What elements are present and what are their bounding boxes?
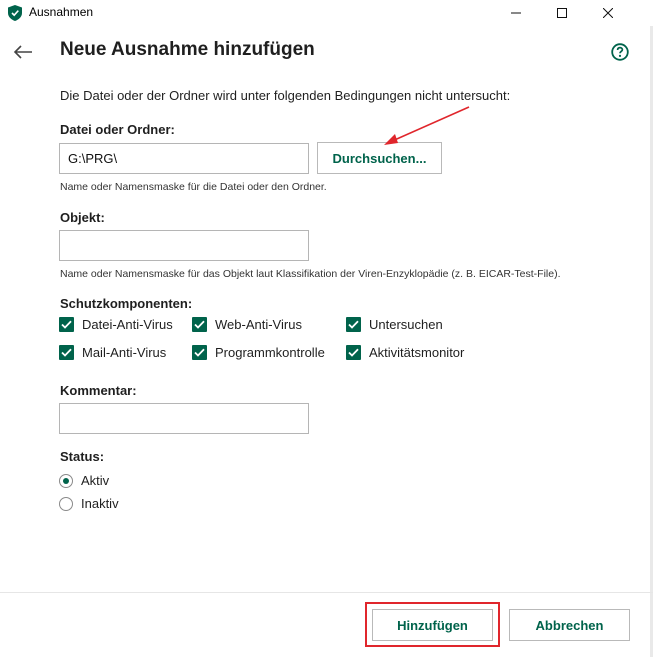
checkbox-checked-icon — [192, 317, 207, 332]
comment-label: Kommentar: — [60, 383, 137, 398]
checkbox-checked-icon — [59, 345, 74, 360]
minimize-icon — [511, 12, 521, 14]
kaspersky-shield-icon — [8, 5, 22, 21]
page-title: Neue Ausnahme hinzufügen — [60, 39, 315, 60]
radio-aktiv[interactable]: Aktiv — [59, 473, 109, 488]
file-label: Datei oder Ordner: — [60, 122, 175, 137]
object-label: Objekt: — [60, 210, 105, 225]
checkbox-untersuchen[interactable]: Untersuchen — [346, 317, 443, 332]
checkbox-datei-anti-virus[interactable]: Datei-Anti-Virus — [59, 317, 173, 332]
annotation-arrow — [384, 106, 470, 145]
radio-label: Inaktiv — [81, 496, 119, 511]
window-title: Ausnahmen — [29, 5, 94, 19]
close-button[interactable] — [585, 0, 631, 26]
file-path-input[interactable] — [59, 143, 309, 174]
annotation-highlight-box — [365, 602, 500, 647]
checkbox-label: Untersuchen — [369, 317, 443, 332]
checkbox-programmkontrolle[interactable]: Programmkontrolle — [192, 345, 325, 360]
checkbox-label: Mail-Anti-Virus — [82, 345, 167, 360]
maximize-button[interactable] — [539, 0, 585, 26]
radio-inaktiv[interactable]: Inaktiv — [59, 496, 119, 511]
file-hint: Name oder Namensmaske für die Datei oder… — [60, 181, 327, 193]
checkbox-label: Aktivitätsmonitor — [369, 345, 465, 360]
checkbox-checked-icon — [192, 345, 207, 360]
radio-selected-icon — [59, 473, 73, 488]
checkbox-web-anti-virus[interactable]: Web-Anti-Virus — [192, 317, 302, 332]
comment-input[interactable] — [59, 403, 309, 434]
close-icon — [603, 8, 613, 18]
checkbox-label: Programmkontrolle — [215, 345, 325, 360]
status-label: Status: — [60, 449, 105, 464]
checkbox-checked-icon — [346, 317, 361, 332]
components-label: Schutzkomponenten: — [60, 296, 193, 311]
object-hint: Name oder Namensmaske für das Objekt lau… — [60, 268, 561, 280]
checkbox-checked-icon — [59, 317, 74, 332]
cancel-button[interactable]: Abbrechen — [509, 609, 630, 641]
window-titlebar: Ausnahmen — [0, 0, 653, 26]
checkbox-checked-icon — [346, 345, 361, 360]
object-input[interactable] — [59, 230, 309, 261]
radio-unselected-icon — [59, 496, 73, 511]
help-icon[interactable] — [611, 43, 629, 61]
radio-label: Aktiv — [81, 473, 110, 488]
checkbox-mail-anti-virus[interactable]: Mail-Anti-Virus — [59, 345, 166, 360]
checkbox-label: Datei-Anti-Virus — [82, 317, 173, 332]
maximize-icon — [557, 8, 567, 18]
minimize-button[interactable] — [493, 0, 539, 26]
back-arrow-icon[interactable] — [12, 42, 34, 62]
footer-divider — [0, 592, 653, 593]
intro-text: Die Datei oder der Ordner wird unter fol… — [60, 88, 511, 103]
checkbox-aktivitaetsmonitor[interactable]: Aktivitätsmonitor — [346, 345, 464, 360]
checkbox-label: Web-Anti-Virus — [215, 317, 302, 332]
